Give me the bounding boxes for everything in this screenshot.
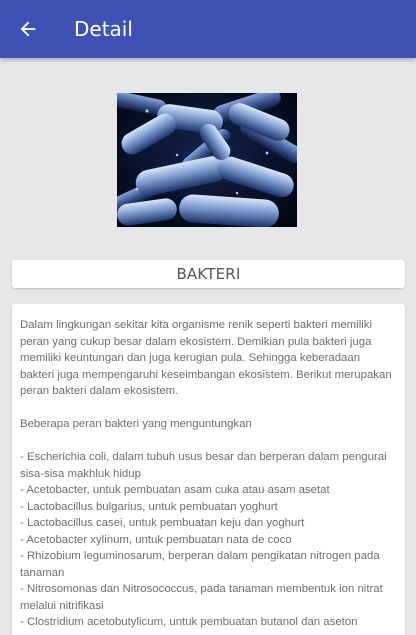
description-card[interactable]: Dalam lingkungan sekitar kita organisme …: [12, 304, 405, 635]
arrow-left-icon: [20, 21, 36, 37]
item-title: BAKTERI: [176, 265, 241, 283]
bacteria-image: [117, 93, 297, 227]
item-description: Dalam lingkungan sekitar kita organisme …: [20, 319, 392, 628]
page-title: Detail: [74, 17, 133, 41]
back-button[interactable]: [0, 0, 56, 58]
item-title-card: BAKTERI: [12, 260, 405, 288]
app-bar: Detail: [0, 0, 416, 58]
